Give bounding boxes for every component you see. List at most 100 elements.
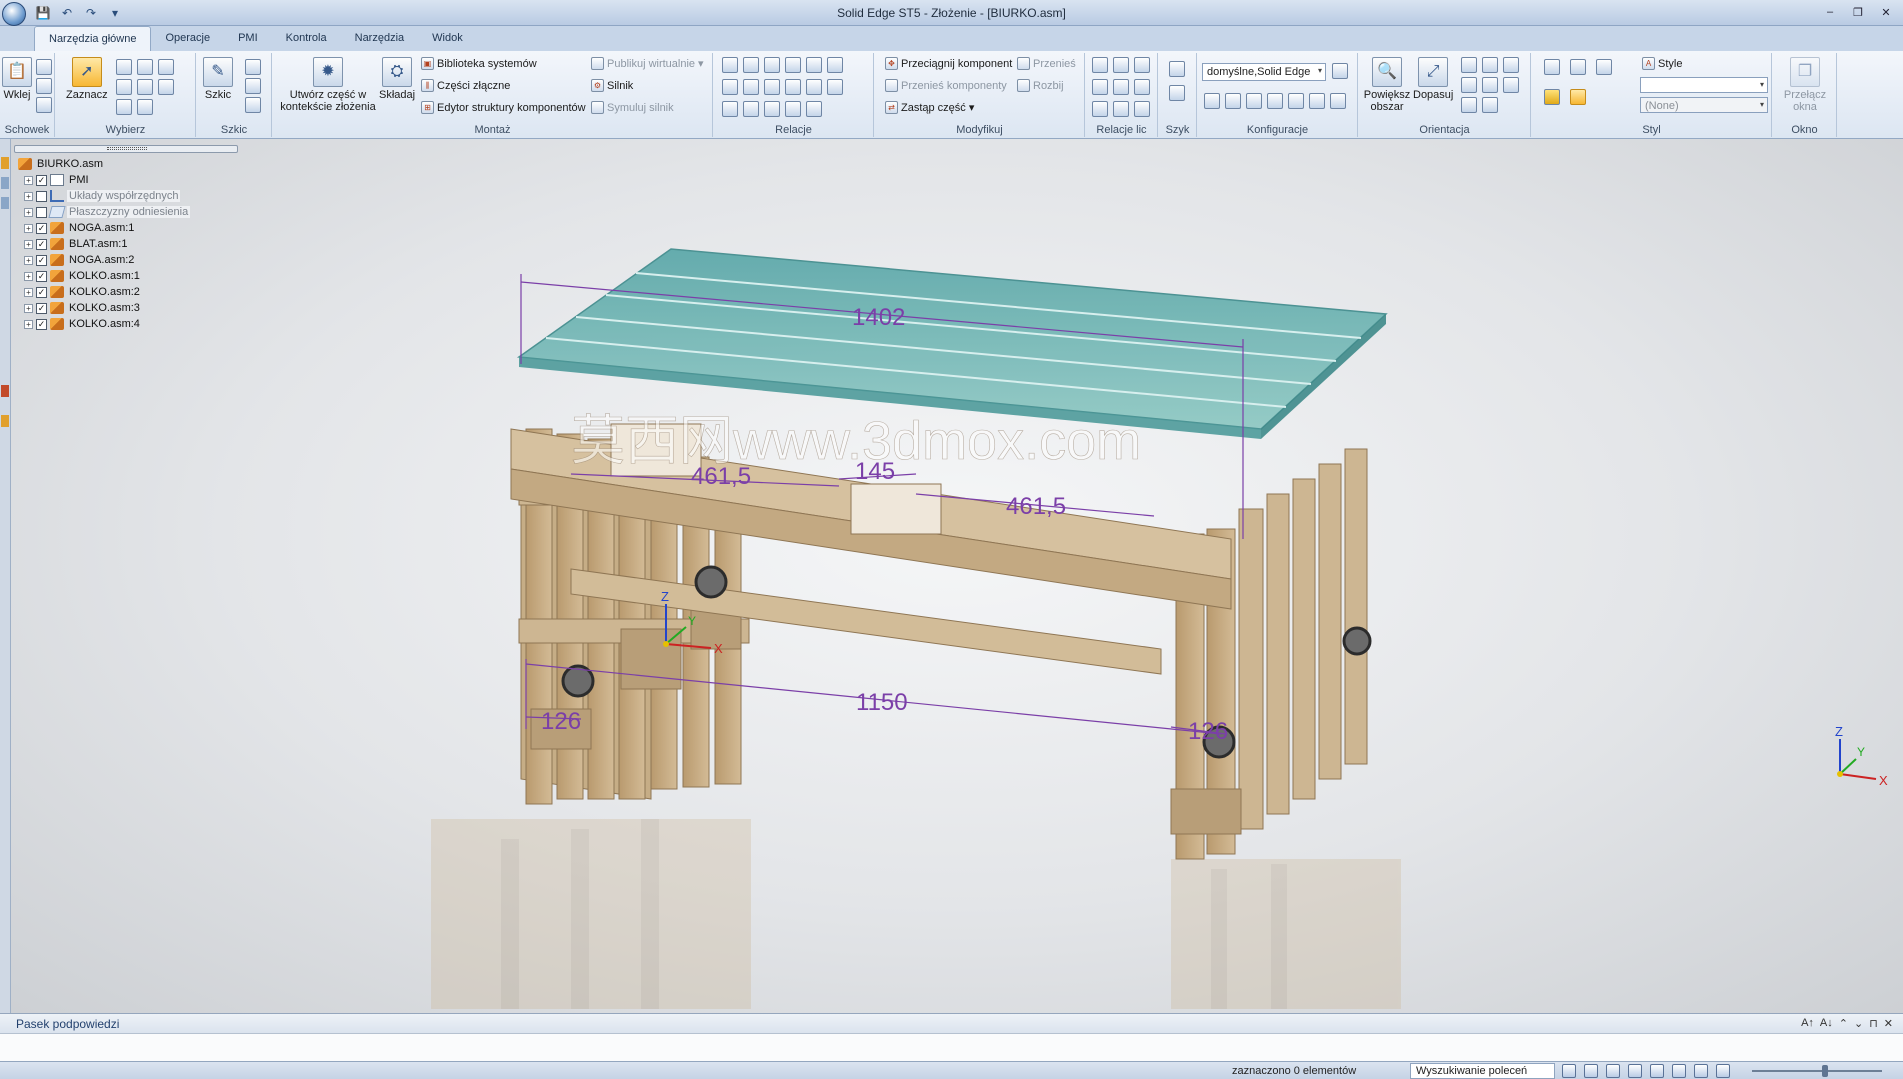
shaded-edges-icon[interactable] xyxy=(1570,89,1586,105)
visibility-checkbox[interactable]: ✓ xyxy=(36,286,47,298)
layers-tab-icon[interactable] xyxy=(1,177,9,189)
fit-button[interactable]: ⤢ Dopasuj xyxy=(1413,57,1453,101)
pan-icon[interactable] xyxy=(1482,57,1498,73)
visibility-checkbox[interactable]: ✓ xyxy=(36,238,47,250)
visibility-checkbox[interactable] xyxy=(36,206,47,218)
zoom-slider[interactable] xyxy=(1752,1070,1882,1072)
close-button[interactable]: ✕ xyxy=(1873,3,1899,21)
show-relations-icon[interactable] xyxy=(806,101,822,117)
previous-view-icon[interactable] xyxy=(1461,97,1477,113)
spin-about-icon[interactable] xyxy=(1461,77,1477,93)
scroll-up-icon[interactable]: ⌃ xyxy=(1839,1017,1848,1030)
command-search-input[interactable]: Wyszukiwanie poleceń xyxy=(1410,1063,1555,1079)
tree-item-kolko-2[interactable]: + ✓ KOLKO.asm:2 xyxy=(18,284,190,300)
ground-icon[interactable] xyxy=(722,101,738,117)
pin-icon[interactable]: ⊓ xyxy=(1869,1017,1878,1030)
select-options-icon[interactable] xyxy=(137,99,153,115)
parallel-icon[interactable] xyxy=(785,79,801,95)
mirror-icon[interactable] xyxy=(1169,85,1185,101)
select-component-icon[interactable] xyxy=(137,79,153,95)
tree-root[interactable]: BIURKO.asm xyxy=(18,156,190,172)
move-components-button[interactable]: Przenieś komponenty xyxy=(885,79,1007,92)
select-tools-icon[interactable] xyxy=(116,99,132,115)
tab-kontrola[interactable]: Kontrola xyxy=(272,26,341,51)
tangent-icon[interactable] xyxy=(743,79,759,95)
style-dropdown[interactable]: (None) ▾ xyxy=(1640,97,1768,113)
pan-icon[interactable] xyxy=(1650,1064,1664,1078)
format-painter-icon[interactable] xyxy=(36,97,52,113)
expand-icon[interactable]: + xyxy=(24,319,33,329)
angle-icon[interactable] xyxy=(722,79,738,95)
publish-virtual-button[interactable]: Publikuj wirtualnie ▾ xyxy=(591,57,704,70)
face-symmetric-icon[interactable] xyxy=(1134,57,1150,73)
simulate-motor-button[interactable]: Symuluj silnik xyxy=(591,101,674,114)
path-icon[interactable] xyxy=(827,79,843,95)
face-perpendicular-icon[interactable] xyxy=(1092,101,1108,117)
zone-icon[interactable] xyxy=(1225,93,1241,109)
visibility-checkbox[interactable]: ✓ xyxy=(36,270,47,282)
rotate-icon[interactable] xyxy=(1672,1064,1686,1078)
create-part-in-context-button[interactable]: ✹ Utwórz część w kontekście złożenia xyxy=(277,57,379,113)
expand-icon[interactable]: + xyxy=(24,191,33,201)
rotate-icon[interactable] xyxy=(1503,57,1519,73)
quick-pick-icon[interactable] xyxy=(158,79,174,95)
sketch-pen-icon[interactable] xyxy=(245,97,261,113)
center-plane-icon[interactable] xyxy=(764,101,780,117)
view-cube-icon[interactable] xyxy=(1694,1064,1708,1078)
face-tangent-icon[interactable] xyxy=(1134,79,1150,95)
zoom-icon[interactable] xyxy=(1606,1064,1620,1078)
maximize-button[interactable]: ❐ xyxy=(1845,3,1871,21)
motor-button[interactable]: ⚙ Silnik xyxy=(591,79,633,92)
view-orientation-icon[interactable] xyxy=(1503,77,1519,93)
refresh-icon[interactable] xyxy=(1562,1064,1576,1078)
zoom-area-button[interactable]: 🔍 Powiększ obszar xyxy=(1364,57,1410,113)
expand-icon[interactable]: + xyxy=(24,287,33,297)
replace-part-button[interactable]: ⇄ Zastąp część ▾ xyxy=(885,101,974,114)
wireframe-view-icon[interactable] xyxy=(1544,59,1560,75)
visibility-checkbox[interactable]: ✓ xyxy=(36,222,47,234)
configuration-save-icon[interactable] xyxy=(1332,63,1348,79)
insert-icon[interactable] xyxy=(785,57,801,73)
style-button[interactable]: A Style xyxy=(1642,57,1682,70)
flash-fit-icon[interactable] xyxy=(827,57,843,73)
systems-library-button[interactable]: ▣ Biblioteka systemów xyxy=(421,57,537,70)
rigid-set-icon[interactable] xyxy=(785,101,801,117)
minimize-button[interactable]: – xyxy=(1817,3,1843,21)
parts-library-tab-icon[interactable] xyxy=(1,197,9,209)
configurations-tab-icon[interactable] xyxy=(1,415,9,427)
font-increase-icon[interactable]: A↑ xyxy=(1801,1017,1814,1030)
tree-item-kolko-3[interactable]: + ✓ KOLKO.asm:3 xyxy=(18,300,190,316)
face-thickness-icon[interactable] xyxy=(1134,101,1150,117)
shaded-icon[interactable] xyxy=(1544,89,1560,105)
tree-item-kolko-1[interactable]: + ✓ KOLKO.asm:1 xyxy=(18,268,190,284)
planar-align-icon[interactable] xyxy=(743,57,759,73)
visible-edges-icon[interactable] xyxy=(1570,59,1586,75)
tree-item-noga-1[interactable]: + ✓ NOGA.asm:1 xyxy=(18,220,190,236)
drag-component-button[interactable]: ✥ Przeciągnij komponent xyxy=(885,57,1012,70)
face-concentric-icon[interactable] xyxy=(1113,57,1129,73)
joined-parts-button[interactable]: ⫼ Części złączne xyxy=(421,79,510,92)
pathfinder-splitter[interactable] xyxy=(14,145,238,153)
select-feature-icon[interactable] xyxy=(158,59,174,75)
hidden-edges-icon[interactable] xyxy=(1596,59,1612,75)
fit-icon[interactable] xyxy=(1628,1064,1642,1078)
named-views-icon[interactable] xyxy=(1482,97,1498,113)
named-views-icon[interactable] xyxy=(1716,1064,1730,1078)
filter-icon[interactable] xyxy=(116,79,132,95)
expand-icon[interactable]: + xyxy=(24,207,33,217)
sketch-copy-icon[interactable] xyxy=(245,59,261,75)
style-dropdown-empty[interactable]: ▾ xyxy=(1640,77,1768,93)
expand-icon[interactable]: + xyxy=(24,255,33,265)
tree-item-reference-planes[interactable]: + Płaszczyzny odniesienia xyxy=(18,204,191,220)
tree-item-coordinate-systems[interactable]: + Układy współrzędnych xyxy=(18,188,190,204)
show-only-icon[interactable] xyxy=(1246,93,1262,109)
pathfinder-tab-icon[interactable] xyxy=(1,157,9,169)
tree-item-noga-2[interactable]: + ✓ NOGA.asm:2 xyxy=(18,252,190,268)
close-icon[interactable]: ✕ xyxy=(1884,1017,1893,1030)
tab-narzedzia-glowne[interactable]: Narzędzia główne xyxy=(34,26,152,51)
select-button[interactable]: ➚ Zaznacz xyxy=(66,57,108,101)
explode-button[interactable]: Rozbij xyxy=(1017,79,1064,92)
right-leg-assembly[interactable] xyxy=(1170,448,1368,860)
pattern-icon[interactable] xyxy=(1169,61,1185,77)
font-decrease-icon[interactable]: A↓ xyxy=(1820,1017,1833,1030)
